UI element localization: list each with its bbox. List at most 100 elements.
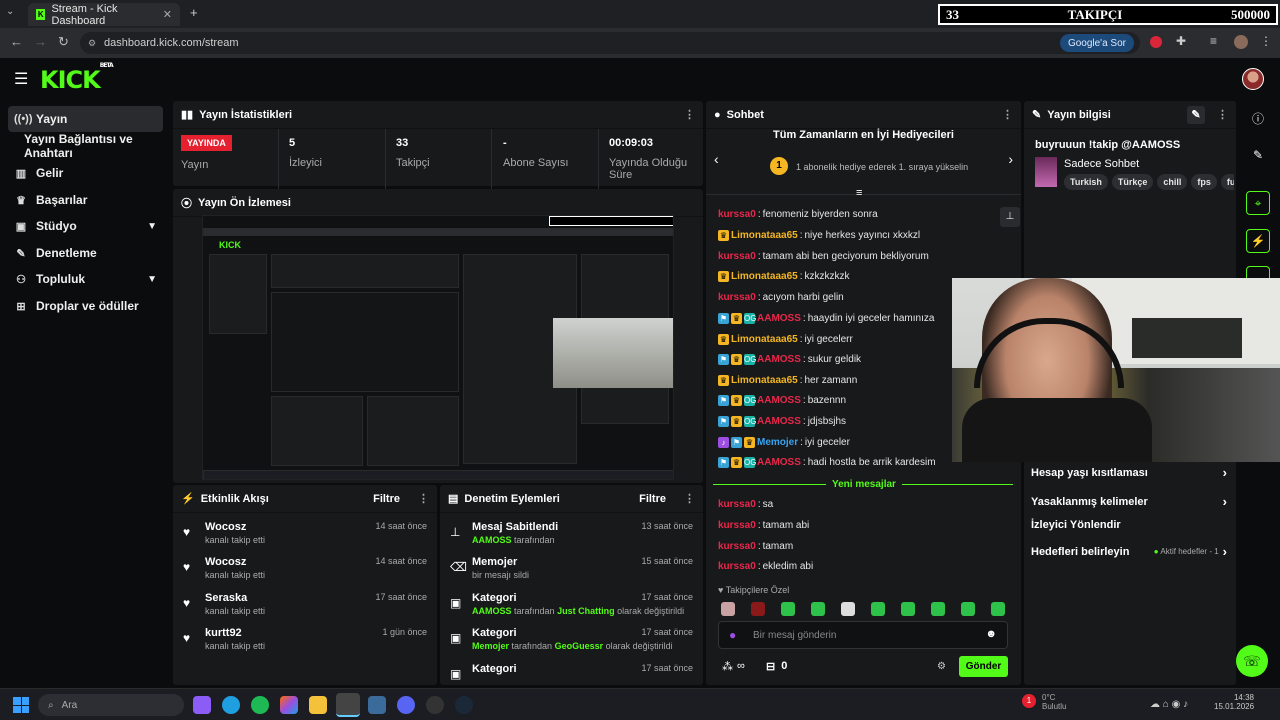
kick-logo[interactable]: KICKBETA bbox=[40, 62, 114, 94]
emote-icon[interactable] bbox=[901, 602, 915, 616]
preview-video[interactable]: KICK bbox=[202, 215, 674, 480]
pin-icon[interactable]: ⊥ bbox=[1000, 207, 1020, 227]
chat-username[interactable]: Limonataaa65 bbox=[731, 334, 798, 345]
profile-avatar[interactable] bbox=[1234, 35, 1248, 49]
emote-icon[interactable] bbox=[991, 602, 1005, 616]
chat-username[interactable]: AAMOSS bbox=[757, 395, 801, 406]
emote-icon[interactable] bbox=[721, 602, 735, 616]
support-chat-icon[interactable]: ☏ bbox=[1236, 645, 1268, 677]
weather-widget[interactable]: 0°C Bulutlu bbox=[1042, 693, 1082, 711]
windows-start-icon[interactable] bbox=[13, 697, 29, 713]
chat-username[interactable]: kurssa0 bbox=[718, 292, 756, 303]
chat-username[interactable]: AAMOSS bbox=[757, 313, 801, 324]
back-icon[interactable]: ← bbox=[10, 34, 23, 49]
chat-username[interactable]: Limonataaa65 bbox=[731, 230, 798, 241]
menu-set-goals[interactable]: Hedefleri belirleyin ● Aktif hedefler - … bbox=[1031, 544, 1227, 559]
google-ask-button[interactable]: Google'a Sor bbox=[1059, 34, 1134, 52]
gift-counter[interactable]: ⊟ 0 bbox=[766, 660, 787, 673]
clock[interactable]: 14:38 15.01.2026 bbox=[1214, 693, 1254, 711]
sidebar-item-achievements[interactable]: ♛ Başarılar bbox=[8, 187, 163, 213]
tray-icons[interactable]: ☁ ⌂ ◉ ♪ bbox=[1150, 699, 1188, 710]
sidebar-item-moderation[interactable]: ✎ Denetleme bbox=[8, 240, 163, 266]
extension-icon[interactable] bbox=[1150, 36, 1162, 48]
steam-icon[interactable] bbox=[455, 696, 473, 714]
chat-input[interactable]: ● Bir mesaj gönderin ☻ bbox=[718, 621, 1008, 649]
sidebar-item-stream-key[interactable]: Yayın Bağlantısı ve Anahtarı bbox=[18, 132, 178, 160]
new-tab-icon[interactable]: + bbox=[190, 5, 198, 20]
tab-list-icon[interactable]: ⌄ bbox=[6, 6, 14, 17]
chat-settings-icon[interactable]: ⚙ bbox=[937, 661, 946, 672]
chat-username[interactable]: Limonataaa65 bbox=[731, 375, 798, 386]
channel-points[interactable]: ⁂ ∞ bbox=[722, 660, 745, 673]
sidebar-item-stream[interactable]: ((•)) Yayın bbox=[8, 106, 163, 132]
activity-user[interactable]: kurtt92 bbox=[205, 627, 242, 639]
collapse-icon[interactable]: ≡ bbox=[856, 187, 862, 199]
chat-username[interactable]: AAMOSS bbox=[757, 416, 801, 427]
emote-icon[interactable] bbox=[751, 602, 765, 616]
reload-icon[interactable]: ↻ bbox=[58, 34, 69, 50]
close-tab-icon[interactable]: ✕ bbox=[163, 8, 172, 21]
user-avatar[interactable] bbox=[1242, 68, 1264, 90]
notification-badge[interactable]: 1 bbox=[1022, 694, 1036, 708]
chat-username[interactable]: Memojer bbox=[757, 437, 798, 448]
moderation-user[interactable]: Memojer bbox=[472, 641, 509, 651]
menu-redirect-viewers[interactable]: İzleyici Yönlendir bbox=[1031, 519, 1227, 531]
more-options-icon[interactable]: ⋮ bbox=[684, 492, 695, 505]
sidebar-item-drops[interactable]: ⊞ Droplar ve ödüller bbox=[8, 293, 163, 319]
chrome-icon[interactable] bbox=[336, 693, 360, 717]
app-icon[interactable] bbox=[368, 696, 386, 714]
moderation-user[interactable]: AAMOSS bbox=[472, 606, 512, 616]
chat-username[interactable]: kurssa0 bbox=[718, 499, 756, 510]
hamburger-menu-icon[interactable]: ☰ bbox=[14, 69, 28, 89]
activity-user[interactable]: Seraska bbox=[205, 592, 247, 604]
sidebar-item-revenue[interactable]: ▥ Gelir bbox=[8, 160, 163, 186]
chat-username[interactable]: AAMOSS bbox=[757, 354, 801, 365]
url-field[interactable]: ⚙ dashboard.kick.com/stream Google'a Sor bbox=[80, 32, 1140, 54]
chat-username[interactable]: kurssa0 bbox=[718, 209, 756, 220]
moderation-title[interactable]: Memojer bbox=[472, 556, 517, 568]
menu-banned-words[interactable]: Yasaklanmış kelimeler › bbox=[1031, 494, 1227, 509]
folder-icon[interactable] bbox=[309, 696, 327, 714]
more-options-icon[interactable]: ⋮ bbox=[418, 492, 429, 505]
emote-icon[interactable] bbox=[871, 602, 885, 616]
more-options-icon[interactable]: ⋮ bbox=[684, 108, 695, 121]
more-options-icon[interactable]: ⋮ bbox=[1002, 108, 1013, 121]
chat-username[interactable]: kurssa0 bbox=[718, 541, 756, 552]
chevron-right-icon[interactable]: › bbox=[1008, 151, 1013, 167]
menu-account-age[interactable]: Hesap yaşı kısıtlaması › bbox=[1031, 465, 1227, 480]
extensions-puzzle-icon[interactable]: ✚ bbox=[1176, 34, 1186, 48]
chat-username[interactable]: AAMOSS bbox=[757, 457, 801, 468]
app-icon[interactable] bbox=[426, 696, 444, 714]
more-options-icon[interactable]: ⋮ bbox=[1217, 108, 1228, 121]
moderation-user[interactable]: AAMOSS bbox=[472, 535, 512, 545]
edit-icon[interactable]: ✎ bbox=[1187, 105, 1205, 124]
lightning-icon[interactable]: ⚡ bbox=[1246, 229, 1270, 253]
chevron-left-icon[interactable]: ‹ bbox=[714, 151, 719, 167]
sidebar-item-studio[interactable]: ▣ Stüdyo ▼ bbox=[8, 213, 163, 239]
send-button[interactable]: Gönder bbox=[959, 656, 1008, 677]
app-icon[interactable] bbox=[193, 696, 211, 714]
chat-username[interactable]: kurssa0 bbox=[718, 561, 756, 572]
forward-icon[interactable]: → bbox=[34, 34, 47, 49]
emoji-icon[interactable]: ☻ bbox=[985, 628, 997, 640]
filter-button[interactable]: Filtre bbox=[639, 493, 666, 505]
emote-icon[interactable] bbox=[811, 602, 825, 616]
edge-icon[interactable] bbox=[222, 696, 240, 714]
chat-username[interactable]: Limonataaa65 bbox=[731, 271, 798, 282]
filter-button[interactable]: Filtre bbox=[373, 493, 400, 505]
chat-username[interactable]: kurssa0 bbox=[718, 520, 756, 531]
discord-icon[interactable] bbox=[397, 696, 415, 714]
reading-list-icon[interactable]: ≡ bbox=[1210, 34, 1217, 48]
sidebar-item-community[interactable]: ⚇ Topluluk ▼ bbox=[8, 266, 163, 292]
pencil-icon[interactable]: ✎ bbox=[1246, 143, 1270, 167]
taskbar-search[interactable]: ⌕ Ara bbox=[38, 694, 184, 716]
info-icon[interactable]: ⓘ bbox=[1246, 106, 1270, 130]
chat-username[interactable]: kurssa0 bbox=[718, 251, 756, 262]
browser-menu-icon[interactable]: ⋮ bbox=[1260, 34, 1272, 48]
emote-icon[interactable] bbox=[841, 602, 855, 616]
emote-icon[interactable] bbox=[931, 602, 945, 616]
activity-user[interactable]: Wocosz bbox=[205, 556, 246, 568]
spotify-icon[interactable] bbox=[251, 696, 269, 714]
emote-icon[interactable] bbox=[781, 602, 795, 616]
emote-icon[interactable] bbox=[961, 602, 975, 616]
